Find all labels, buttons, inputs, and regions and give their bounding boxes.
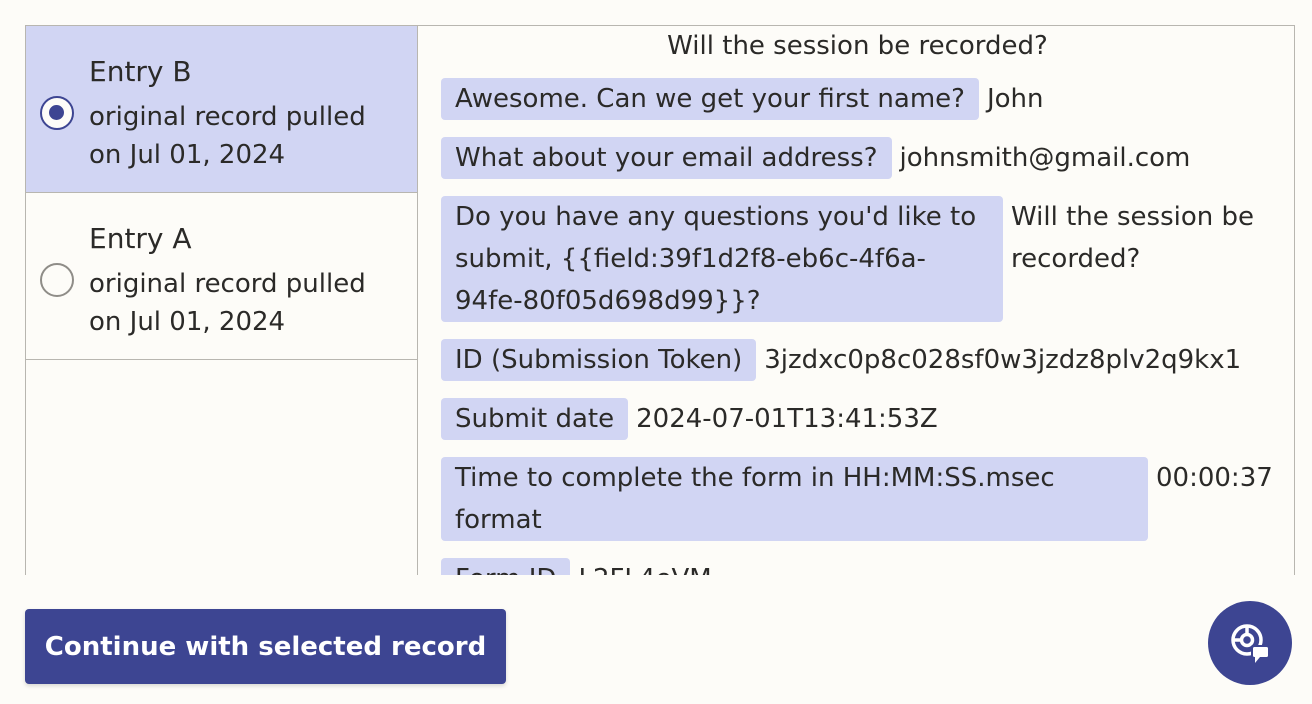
- detail-row: Awesome. Can we get your first name? Joh…: [441, 78, 1294, 120]
- help-chat-button[interactable]: [1208, 601, 1292, 685]
- entry-subtitle: original record pulled on Jul 01, 2024: [89, 102, 366, 170]
- field-value: Will the session be recorded?: [1011, 202, 1255, 274]
- detail-row: Time to complete the form in HH:MM:SS.ms…: [441, 457, 1294, 541]
- entry-b-option[interactable]: Entry B original record pulled on Jul 01…: [26, 26, 417, 193]
- detail-row: Do you have any questions you'd like to …: [441, 196, 1294, 322]
- detail-row: What about your email address? johnsmith…: [441, 137, 1294, 179]
- detail-top-text: Will the session be recorded?: [667, 31, 1048, 61]
- entry-list: Entry B original record pulled on Jul 01…: [26, 26, 418, 575]
- field-label: Awesome. Can we get your first name?: [441, 78, 979, 120]
- field-label: Do you have any questions you'd like to …: [441, 196, 1003, 322]
- support-chat-icon: [1231, 624, 1269, 663]
- field-label: What about your email address?: [441, 137, 892, 179]
- field-value: 2024-07-01T13:41:53Z: [636, 404, 938, 434]
- field-label: Submit date: [441, 398, 629, 440]
- detail-row: Form ID L2FL4eVM: [441, 558, 1294, 575]
- radio-unselected-icon[interactable]: [40, 263, 74, 297]
- field-value: johnsmith@gmail.com: [899, 143, 1191, 173]
- field-value: John: [986, 84, 1044, 114]
- continue-button[interactable]: Continue with selected record: [25, 609, 506, 684]
- field-value: L2FL4eVM: [570, 558, 1294, 575]
- radio-selected-icon[interactable]: [40, 96, 74, 130]
- field-value: 3jzdxc0p8c028sf0w3jzdz8plv2q9kx1: [764, 345, 1242, 375]
- field-label: Time to complete the form in HH:MM:SS.ms…: [441, 457, 1148, 541]
- entry-subtitle: original record pulled on Jul 01, 2024: [89, 269, 366, 337]
- entry-a-option[interactable]: Entry A original record pulled on Jul 01…: [26, 193, 417, 360]
- record-selection-panel: Entry B original record pulled on Jul 01…: [25, 25, 1295, 575]
- field-value: 00:00:37: [1156, 463, 1273, 493]
- entry-title: Entry A: [89, 222, 192, 255]
- record-detail: Will the session be recorded? Awesome. C…: [419, 26, 1294, 575]
- entry-title: Entry B: [89, 55, 192, 88]
- detail-row: Submit date 2024-07-01T13:41:53Z: [441, 398, 1294, 440]
- field-label: Form ID: [441, 558, 571, 575]
- detail-row: ID (Submission Token) 3jzdxc0p8c028sf0w3…: [441, 339, 1294, 381]
- field-label: ID (Submission Token): [441, 339, 757, 381]
